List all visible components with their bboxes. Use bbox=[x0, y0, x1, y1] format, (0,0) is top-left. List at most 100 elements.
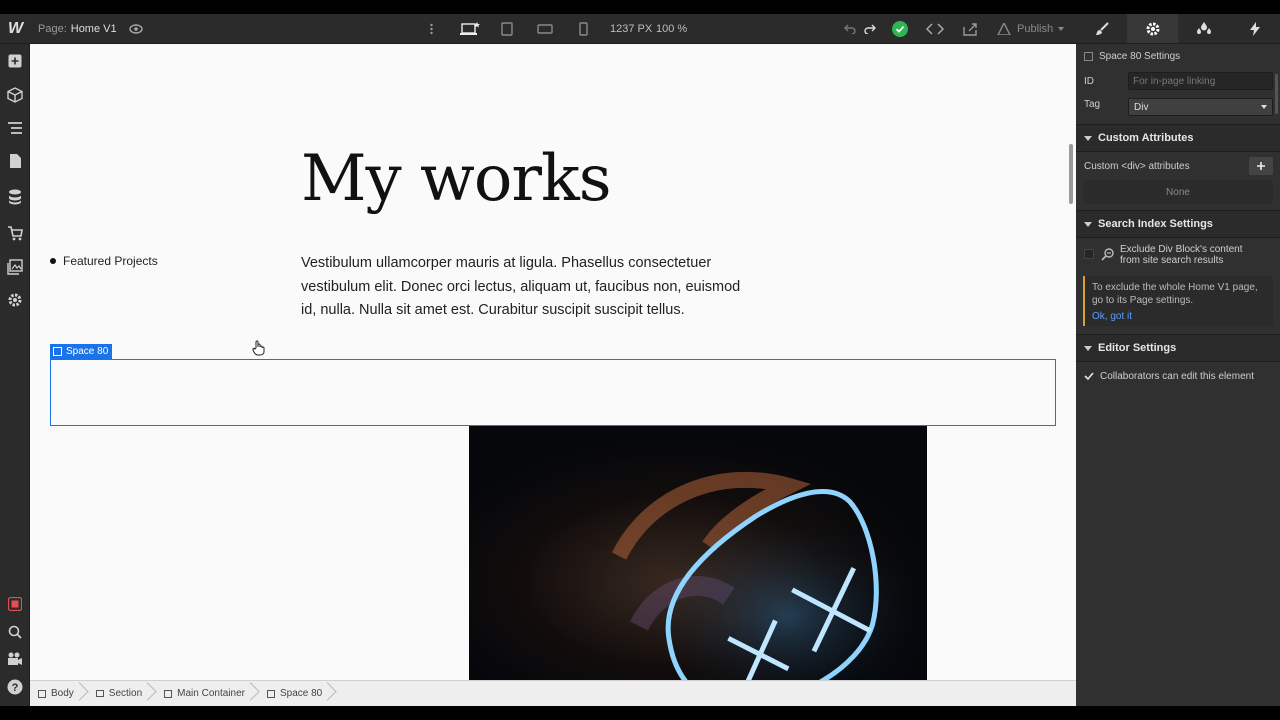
collaborators-row: Collaborators can edit this element bbox=[1076, 362, 1280, 390]
export-icon[interactable] bbox=[961, 14, 979, 44]
symbols-box-icon[interactable] bbox=[5, 85, 25, 105]
tag-select-value: Div bbox=[1134, 101, 1149, 113]
left-toolbar: ? bbox=[0, 44, 30, 706]
neon-mask-illustration bbox=[469, 426, 927, 680]
settings-title: Space 80 Settings bbox=[1099, 50, 1181, 62]
featured-projects-text: Featured Projects bbox=[63, 254, 158, 268]
breadcrumb-section[interactable]: Section bbox=[88, 681, 156, 707]
container-icon bbox=[164, 689, 173, 698]
check-icon bbox=[1084, 372, 1094, 381]
add-attribute-button[interactable] bbox=[1249, 157, 1273, 175]
search-icon[interactable] bbox=[5, 622, 25, 642]
breadcrumb-label: Section bbox=[108, 688, 143, 699]
preview-eye-icon[interactable] bbox=[128, 14, 144, 44]
tag-select[interactable]: Div bbox=[1128, 98, 1273, 116]
svg-text:?: ? bbox=[12, 682, 19, 694]
navigator-icon[interactable] bbox=[5, 118, 25, 138]
custom-attributes-header[interactable]: Custom Attributes bbox=[1076, 124, 1280, 152]
publish-button[interactable]: Publish bbox=[997, 14, 1065, 44]
assets-image-icon[interactable] bbox=[5, 257, 25, 277]
collapse-triangle-icon bbox=[1084, 221, 1092, 227]
exclude-search-checkbox[interactable] bbox=[1084, 249, 1094, 259]
tab-interactions-bolt-icon[interactable] bbox=[1229, 14, 1280, 43]
ecommerce-cart-icon[interactable] bbox=[5, 223, 25, 243]
collaborators-checkbox[interactable] bbox=[1084, 371, 1094, 381]
cms-database-icon[interactable] bbox=[5, 187, 25, 207]
id-row: ID For in-page linking bbox=[1076, 68, 1280, 94]
attributes-empty: None bbox=[1083, 180, 1273, 204]
undo-icon[interactable] bbox=[842, 14, 858, 44]
selected-element-tag[interactable]: Space 80 bbox=[50, 344, 113, 359]
breadcrumb-main-container[interactable]: Main Container bbox=[156, 681, 259, 707]
settings-gear-icon[interactable] bbox=[5, 290, 25, 310]
plus-icon bbox=[1257, 162, 1265, 170]
mobile-landscape-icon[interactable] bbox=[536, 14, 554, 44]
page-name: Home V1 bbox=[70, 23, 117, 35]
tab-style-manager-drops-icon[interactable] bbox=[1178, 14, 1229, 43]
code-icon[interactable] bbox=[925, 14, 945, 44]
canvas-scrollbar[interactable] bbox=[1069, 144, 1073, 204]
rocket-icon bbox=[997, 23, 1011, 35]
webflow-logo[interactable]: W bbox=[8, 14, 24, 44]
record-icon[interactable] bbox=[5, 594, 25, 614]
selected-tag-label: Space 80 bbox=[66, 346, 109, 357]
collapse-triangle-icon bbox=[1084, 135, 1092, 141]
page-settings-note: To exclude the whole Home V1 page, go to… bbox=[1083, 276, 1273, 326]
page-heading[interactable]: My works bbox=[301, 142, 612, 216]
section-icon bbox=[95, 690, 104, 697]
breadcrumb-space-80[interactable]: Space 80 bbox=[259, 681, 336, 707]
more-options-icon[interactable] bbox=[426, 14, 436, 44]
breadcrumb-label: Space 80 bbox=[279, 688, 323, 699]
panel-scrollbar[interactable] bbox=[1275, 74, 1278, 114]
breadcrumb-body[interactable]: Body bbox=[30, 681, 88, 707]
featured-projects-label[interactable]: Featured Projects bbox=[50, 254, 158, 268]
custom-attributes-row: Custom <div> attributes bbox=[1076, 152, 1280, 180]
tablet-breakpoint-icon[interactable] bbox=[498, 14, 516, 44]
custom-attributes-heading: Custom Attributes bbox=[1098, 132, 1194, 144]
mobile-portrait-icon[interactable] bbox=[576, 14, 590, 44]
space-80-block[interactable] bbox=[50, 359, 1056, 426]
designer-app: W Page: Home V1 1237 PX 100 % Publish ? … bbox=[0, 14, 1280, 706]
tab-settings-gear-icon[interactable] bbox=[1127, 14, 1178, 43]
desktop-breakpoint-icon[interactable] bbox=[458, 14, 482, 44]
collapse-triangle-icon bbox=[1084, 345, 1092, 351]
editor-settings-header[interactable]: Editor Settings bbox=[1076, 334, 1280, 362]
tab-style-brush-icon[interactable] bbox=[1076, 14, 1127, 43]
hand-cursor-icon bbox=[252, 340, 266, 361]
breadcrumb-label: Body bbox=[51, 688, 74, 699]
element-box-icon bbox=[1084, 51, 1093, 61]
right-panel: Space 80 Settings ID For in-page linking… bbox=[1076, 14, 1280, 706]
collaborators-label: Collaborators can edit this element bbox=[1100, 370, 1254, 382]
id-label: ID bbox=[1084, 75, 1094, 87]
id-input[interactable]: For in-page linking bbox=[1128, 72, 1273, 90]
exclude-search-row: Exclude Div Block's content from site se… bbox=[1076, 238, 1280, 272]
page-selector[interactable]: Page: Home V1 bbox=[38, 14, 117, 44]
pages-icon[interactable] bbox=[5, 151, 25, 171]
chevron-down-icon bbox=[1261, 105, 1267, 109]
video-tutorials-icon[interactable] bbox=[5, 649, 25, 669]
panel-tabs bbox=[1076, 14, 1280, 44]
page-label: Page: bbox=[38, 23, 67, 35]
search-index-header[interactable]: Search Index Settings bbox=[1076, 210, 1280, 238]
design-canvas[interactable]: My works Featured Projects Vestibulum ul… bbox=[30, 44, 1076, 680]
project-image[interactable] bbox=[469, 426, 927, 680]
ok-got-it-link[interactable]: Ok, got it bbox=[1092, 311, 1268, 322]
exclude-search-label: Exclude Div Block's content from site se… bbox=[1120, 244, 1243, 266]
status-check-icon[interactable] bbox=[891, 14, 909, 44]
element-box-icon bbox=[53, 347, 62, 356]
search-exclude-icon bbox=[1101, 248, 1114, 261]
help-icon[interactable]: ? bbox=[5, 677, 25, 697]
intro-paragraph[interactable]: Vestibulum ullamcorper mauris at ligula.… bbox=[301, 252, 746, 323]
zoom-readout: 100 % bbox=[656, 23, 688, 35]
chevron-down-icon bbox=[1058, 27, 1065, 31]
add-panel-icon[interactable] bbox=[5, 51, 25, 71]
redo-icon[interactable] bbox=[862, 14, 878, 44]
tag-label: Tag bbox=[1084, 98, 1101, 110]
publish-label: Publish bbox=[1017, 23, 1054, 35]
div-block-icon bbox=[266, 689, 275, 698]
top-toolbar: W Page: Home V1 1237 PX 100 % Publish bbox=[0, 14, 1076, 44]
canvas-width-readout: 1237 PX bbox=[610, 23, 653, 35]
tag-row: Tag Div bbox=[1076, 94, 1280, 120]
search-index-heading: Search Index Settings bbox=[1098, 218, 1213, 230]
editor-settings-heading: Editor Settings bbox=[1098, 342, 1177, 354]
